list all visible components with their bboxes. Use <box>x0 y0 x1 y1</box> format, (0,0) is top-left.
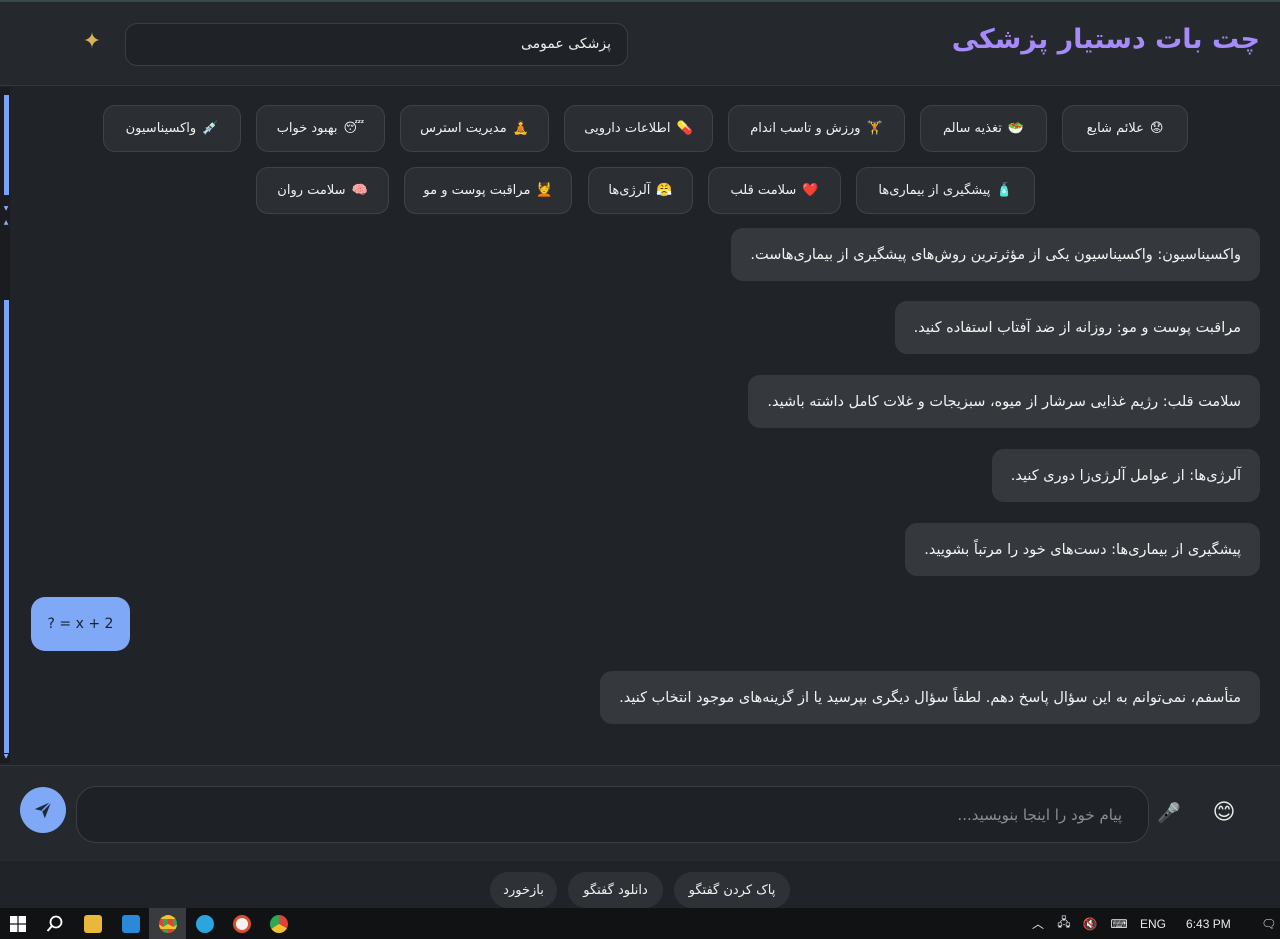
bot-message: سلامت قلب: رژیم غذایی سرشار از میوه، سبز… <box>748 375 1260 428</box>
chip-label: مراقبت پوست و مو <box>423 183 531 198</box>
chip-stress-management[interactable]: 🧘 مدیریت استرس <box>400 105 549 152</box>
taskbar-telegram[interactable] <box>186 908 223 939</box>
taskbar-file-explorer[interactable] <box>74 908 112 939</box>
feedback-button[interactable]: بازخورد <box>490 872 557 908</box>
chip-label: اطلاعات دارویی <box>584 121 671 136</box>
massage-icon: 💆 <box>536 183 553 198</box>
bot-message: واکسیناسیون: واکسیناسیون یکی از مؤثرترین… <box>731 228 1260 281</box>
app-window: چت بات دستیار پزشکی پزشکی عمومی ✦ ▼ ▲ ▼ … <box>0 0 1280 908</box>
chip-label: بهبود خواب <box>276 121 338 136</box>
send-icon <box>34 801 52 819</box>
microphone-icon[interactable]: 🎤 <box>1157 801 1181 825</box>
keyboard-icon[interactable]: ⌨ <box>1106 917 1132 931</box>
chip-label: تغذیه سالم <box>942 121 1002 136</box>
taskbar-vscode[interactable] <box>112 908 149 939</box>
chip-label: سلامت روان <box>277 183 346 198</box>
sneezing-face-icon: 😤 <box>656 183 673 198</box>
chip-better-sleep[interactable]: 😴 بهبود خواب <box>256 105 385 152</box>
user-message: ? = x + 2 <box>31 597 130 651</box>
bot-message: پیشگیری از بیماری‌ها: دست‌های خود را مرت… <box>905 523 1260 576</box>
chip-common-symptoms[interactable]: 😟 علائم شایع <box>1062 105 1188 152</box>
chip-healthy-nutrition[interactable]: 🥗 تغذیه سالم <box>920 105 1047 152</box>
app-icon <box>232 914 251 933</box>
chip-drug-info[interactable]: 💊 اطلاعات دارویی <box>564 105 713 152</box>
notifications-icon[interactable]: 🗨 <box>1259 917 1279 931</box>
windows-logo-icon <box>10 915 26 932</box>
clock[interactable]: 6:43 PM <box>1186 917 1231 931</box>
chrome-icon <box>158 914 177 933</box>
chip-mental-health[interactable]: 🧠 سلامت روان <box>256 167 389 214</box>
sparkle-icon[interactable]: ✦ <box>80 30 104 54</box>
chip-label: ورزش و تاسب اندام <box>750 121 861 136</box>
bot-message: آلرژی‌ها: از عوامل آلرژی‌زا دوری کنید. <box>991 449 1260 502</box>
heart-icon: ❤️ <box>802 183 819 198</box>
start-button[interactable] <box>0 908 36 939</box>
app-title: چت بات دستیار پزشکی <box>951 24 1260 55</box>
bot-message: متأسفم، نمی‌توانم به این سؤال پاسخ دهم. … <box>600 671 1260 724</box>
lotion-icon: 🧴 <box>996 183 1013 198</box>
chip-heart-health[interactable]: ❤️ سلامت قلب <box>708 167 841 214</box>
chip-disease-prevention[interactable]: 🧴 پیشگیری از بیماری‌ها <box>856 167 1035 214</box>
chevron-up-icon[interactable]: ︿ <box>1030 915 1046 932</box>
network-icon[interactable]: 🖧 <box>1052 913 1076 934</box>
bot-message: مراقبت پوست و مو: روزانه از ضد آفتاب است… <box>894 301 1260 354</box>
taskbar: ︿ 🖧 🔇 ⌨ ENG 6:43 PM 🗨 <box>0 908 1280 939</box>
chat-actions: پاک کردن گفتگو دانلود گفتگو بازخورد <box>0 861 1280 908</box>
pill-icon: 💊 <box>676 121 693 136</box>
chip-label: مدیریت استرس <box>420 121 507 136</box>
salad-icon: 🥗 <box>1007 121 1025 136</box>
volume-muted-icon[interactable]: 🔇 <box>1080 917 1100 931</box>
chrome-icon <box>269 914 288 933</box>
specialty-select[interactable]: پزشکی عمومی <box>125 23 628 66</box>
chip-label: آلرژی‌ها <box>608 183 651 198</box>
message-input[interactable] <box>76 786 1149 843</box>
scroll-bottom-arrow-icon[interactable]: ▼ <box>2 753 10 761</box>
chip-label: پیشگیری از بیماری‌ها <box>878 183 991 198</box>
composer: 🎤 😊 <box>0 765 1280 861</box>
system-tray: ︿ 🖧 🔇 ⌨ ENG 6:43 PM 🗨 <box>1030 908 1279 939</box>
weightlifter-icon: 🏋️ <box>866 121 883 136</box>
language-indicator[interactable]: ENG <box>1140 917 1166 931</box>
scroll-down-arrow-icon[interactable]: ▼ <box>2 205 10 213</box>
taskbar-chrome[interactable] <box>260 908 297 939</box>
taskbar-search-button[interactable] <box>36 908 74 939</box>
header: چت بات دستیار پزشکی پزشکی عمومی ✦ <box>0 2 1280 86</box>
vscode-icon <box>121 914 140 933</box>
chip-allergies[interactable]: 😤 آلرژی‌ها <box>588 167 693 214</box>
scrollbar-thumb-secondary[interactable] <box>4 300 9 753</box>
scroll-up-arrow-icon[interactable]: ▲ <box>2 219 10 227</box>
send-button[interactable] <box>20 787 66 833</box>
chip-vaccination[interactable]: 💉 واکسیناسیون <box>103 105 241 152</box>
chip-label: سلامت قلب <box>730 183 797 198</box>
taskbar-chrome-active[interactable] <box>149 908 186 939</box>
folder-icon <box>84 914 102 933</box>
chip-skin-hair-care[interactable]: 💆 مراقبت پوست و مو <box>404 167 572 214</box>
meditation-icon: 🧘 <box>512 121 529 136</box>
clear-chat-button[interactable]: پاک کردن گفتگو <box>674 872 790 908</box>
chat-scrollbar[interactable]: ▼ ▲ ▼ <box>0 87 10 763</box>
chip-label: علائم شایع <box>1086 121 1144 136</box>
brain-icon: 🧠 <box>351 183 368 198</box>
chip-label: واکسیناسیون <box>125 121 197 136</box>
download-chat-button[interactable]: دانلود گفتگو <box>568 872 663 908</box>
telegram-icon <box>195 914 214 933</box>
syringe-icon: 💉 <box>202 121 219 136</box>
taskbar-app[interactable] <box>223 908 260 939</box>
chip-exercise-fitness[interactable]: 🏋️ ورزش و تاسب اندام <box>728 105 905 152</box>
scrollbar-thumb[interactable] <box>4 95 9 195</box>
sleeping-face-icon: 😴 <box>343 121 365 136</box>
emoji-picker-icon[interactable]: 😊 <box>1209 799 1239 827</box>
worried-face-icon: 😟 <box>1149 121 1164 136</box>
search-icon <box>46 915 63 932</box>
